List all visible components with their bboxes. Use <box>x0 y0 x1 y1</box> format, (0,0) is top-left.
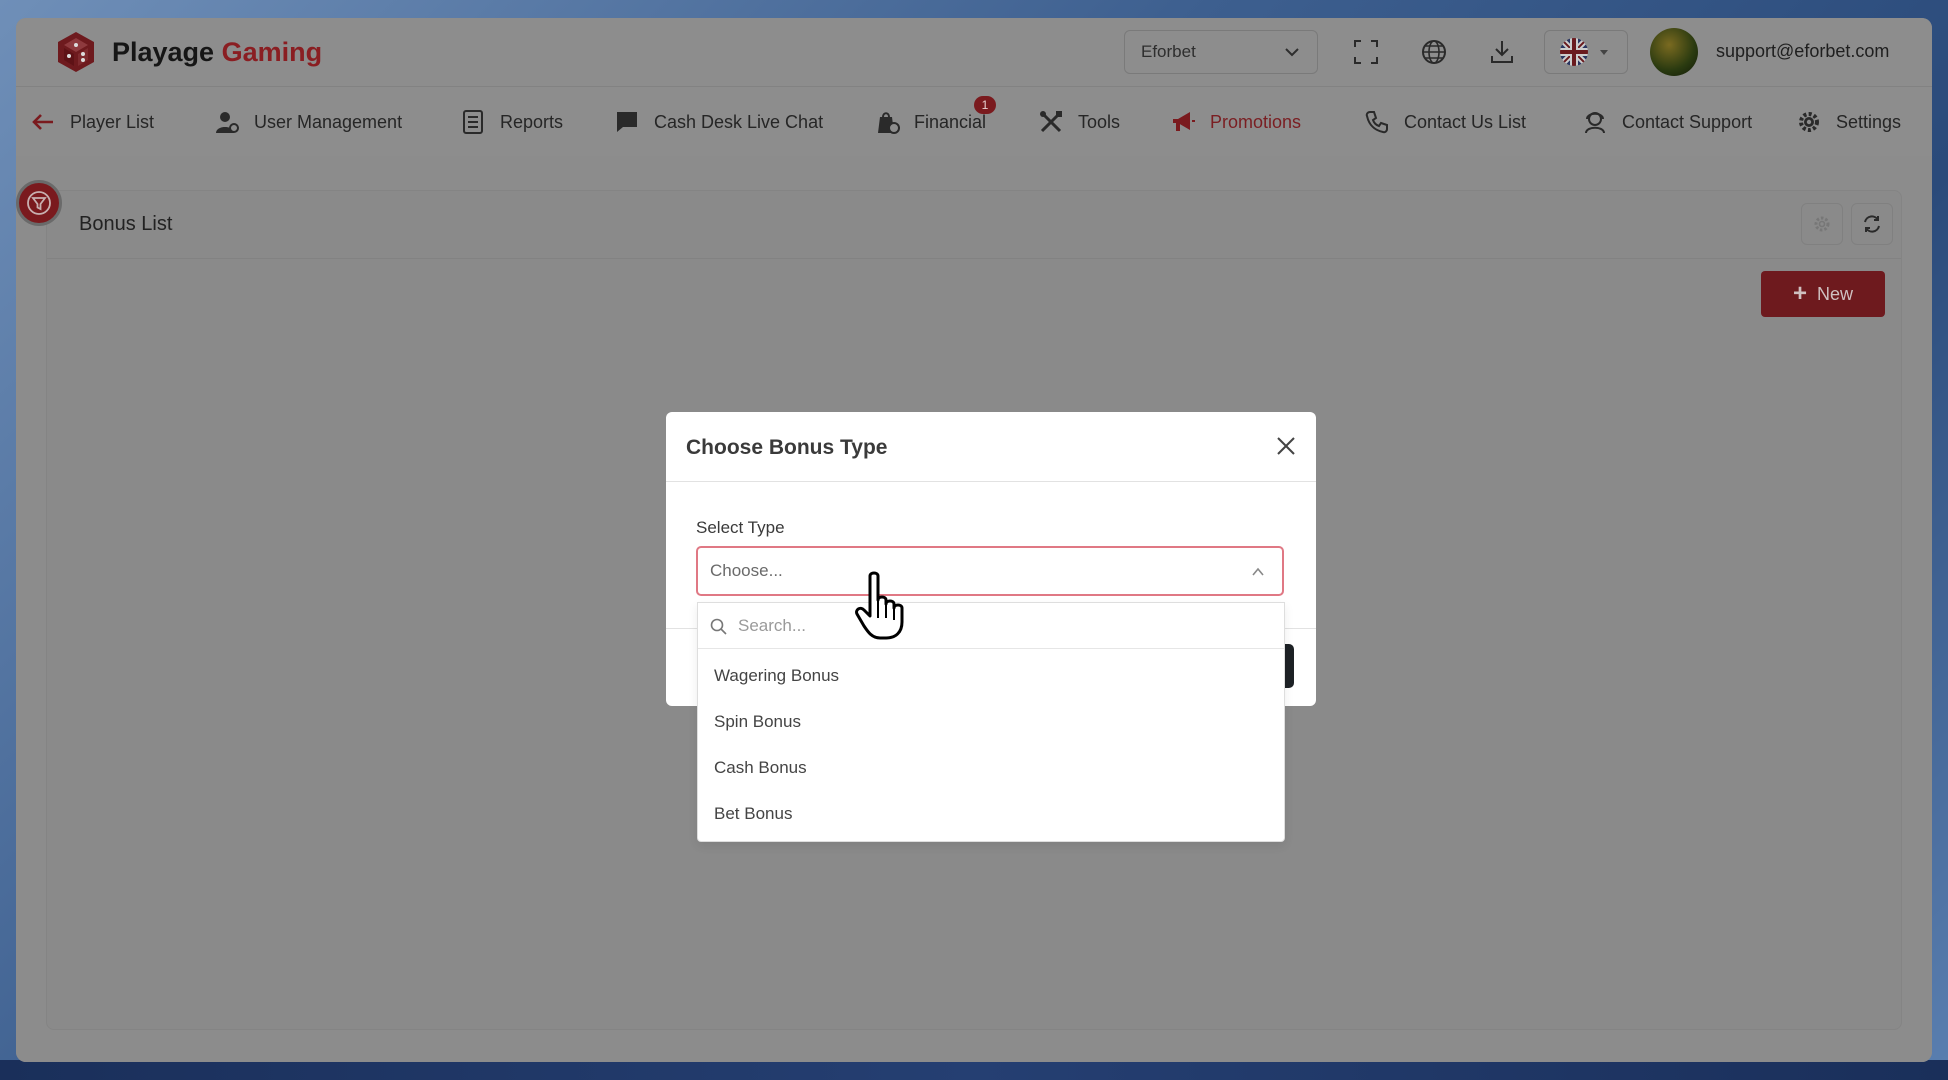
desktop-taskbar-strip <box>0 1060 1948 1080</box>
browser-window: Playage Gaming Eforbet support@eforbet.c… <box>16 18 1932 1062</box>
search-placeholder: Search... <box>738 615 807 635</box>
nav-label: Cash Desk Live Chat <box>654 111 824 132</box>
arrow-left-icon <box>32 114 53 130</box>
modal-header: Choose Bonus Type <box>666 412 1316 482</box>
option-bet-bonus[interactable]: Bet Bonus <box>698 791 1284 837</box>
nav-label: Settings <box>1836 111 1902 132</box>
main-navigation: Player List User Management Reports Cash… <box>16 86 1932 156</box>
close-icon[interactable] <box>1274 434 1298 458</box>
caret-down-icon <box>1600 50 1608 55</box>
nav-label: User Management <box>254 111 403 132</box>
financial-notification-badge: 1 <box>974 96 996 114</box>
app-brand-name: Playage Gaming <box>112 36 323 67</box>
nav-label: Player List <box>70 111 155 132</box>
chevron-down-icon <box>1285 48 1299 57</box>
dice-logo-icon <box>58 32 94 72</box>
plus-icon: + <box>1792 280 1807 307</box>
uk-flag-icon <box>1560 38 1588 66</box>
nav-label: Reports <box>500 111 564 132</box>
gear-icon <box>1799 112 1819 132</box>
nav-contact-us-list[interactable]: Contact Us List <box>1364 109 1526 135</box>
filter-button[interactable] <box>16 180 62 226</box>
nav-promotions[interactable]: Promotions <box>1170 109 1301 135</box>
nav-label: Contact Support <box>1622 111 1753 132</box>
card-header: Bonus List <box>47 191 1901 259</box>
option-wagering-bonus[interactable]: Wagering Bonus <box>698 653 1284 699</box>
nav-contact-support[interactable]: Contact Support <box>1582 109 1752 135</box>
new-button-label: New <box>1817 283 1854 304</box>
nav-cash-desk-live-chat[interactable]: Cash Desk Live Chat <box>614 109 823 135</box>
new-bonus-button[interactable]: + New <box>1761 271 1885 317</box>
user-email[interactable]: support@eforbet.com <box>1716 41 1889 62</box>
nav-financial[interactable]: Financial <box>874 109 986 135</box>
page-title: Bonus List <box>79 213 173 235</box>
nav-tools[interactable]: Tools <box>1038 109 1120 135</box>
column-settings-button[interactable] <box>1801 203 1843 245</box>
download-icon[interactable] <box>1488 38 1516 66</box>
select-type-label: Select Type <box>696 518 785 537</box>
tools-icon <box>1040 111 1062 133</box>
select-placeholder: Choose... <box>710 561 783 580</box>
refresh-button[interactable] <box>1851 203 1893 245</box>
gear-icon <box>1814 216 1830 232</box>
nav-label: Promotions <box>1210 111 1302 132</box>
site-selector-value: Eforbet <box>1141 42 1196 61</box>
topbar: Playage Gaming Eforbet support@eforbet.c… <box>16 18 1932 86</box>
chevron-up-icon <box>1252 567 1264 576</box>
chat-icon <box>617 112 637 132</box>
nav-label: Tools <box>1078 111 1121 132</box>
user-avatar[interactable] <box>1650 28 1698 76</box>
nav-reports[interactable]: Reports <box>460 109 563 135</box>
megaphone-icon <box>1173 112 1195 131</box>
bonus-type-select[interactable]: Choose... <box>696 546 1284 596</box>
search-icon <box>710 618 727 635</box>
financial-icon <box>878 112 900 134</box>
option-spin-bonus[interactable]: Spin Bonus <box>698 699 1284 745</box>
app-logo[interactable]: Playage Gaming <box>52 28 322 76</box>
support-icon <box>1585 112 1605 134</box>
globe-icon[interactable] <box>1420 38 1448 66</box>
site-selector[interactable]: Eforbet <box>1124 30 1318 74</box>
dropdown-search-input[interactable]: Search... <box>698 603 1284 649</box>
modal-title: Choose Bonus Type <box>686 436 888 459</box>
filter-icon <box>27 191 51 215</box>
bonus-type-dropdown: Search... Wagering Bonus Spin Bonus Cash… <box>697 602 1285 842</box>
phone-icon <box>1365 111 1388 134</box>
nav-player-list[interactable]: Player List <box>30 109 154 135</box>
language-selector[interactable] <box>1544 30 1628 74</box>
refresh-icon <box>1864 215 1880 233</box>
user-gear-icon <box>216 112 239 133</box>
report-icon <box>463 110 483 134</box>
fullscreen-icon[interactable] <box>1352 38 1380 66</box>
option-cash-bonus[interactable]: Cash Bonus <box>698 745 1284 791</box>
nav-label: Financial <box>914 111 987 132</box>
hand-pointer-cursor-icon <box>855 571 904 640</box>
dropdown-options: Wagering Bonus Spin Bonus Cash Bonus Bet… <box>698 649 1284 837</box>
nav-settings[interactable]: Settings <box>1796 109 1901 135</box>
nav-label: Contact Us List <box>1404 111 1527 132</box>
nav-user-management[interactable]: User Management <box>214 109 402 135</box>
